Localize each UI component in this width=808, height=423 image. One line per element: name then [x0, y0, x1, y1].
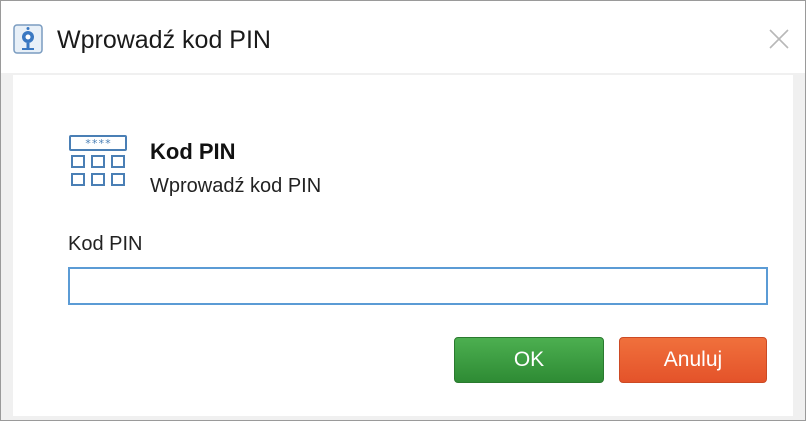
cancel-button[interactable]: Anuluj: [619, 337, 767, 383]
pin-input[interactable]: [68, 267, 768, 305]
ok-button[interactable]: OK: [454, 337, 604, 383]
pin-label: Kod PIN: [68, 233, 143, 255]
app-icon: [13, 24, 43, 54]
window-title: Wprowadź kod PIN: [57, 26, 271, 54]
close-icon: [769, 29, 789, 49]
svg-text:****: ****: [85, 137, 112, 150]
header-subtitle: Wprowadź kod PIN: [150, 175, 322, 197]
close-button[interactable]: [759, 19, 799, 59]
pin-keypad-icon: ****: [69, 135, 127, 186]
dialog-content: **** Kod PIN Wprowadź kod PIN Kod PIN OK…: [13, 75, 793, 416]
title-bar[interactable]: Wprowadź kod PIN: [1, 1, 805, 73]
header-title: Kod PIN: [150, 139, 236, 164]
pin-dialog-window: Wprowadź kod PIN **** Kod PIN Wprowadź k…: [0, 0, 806, 421]
